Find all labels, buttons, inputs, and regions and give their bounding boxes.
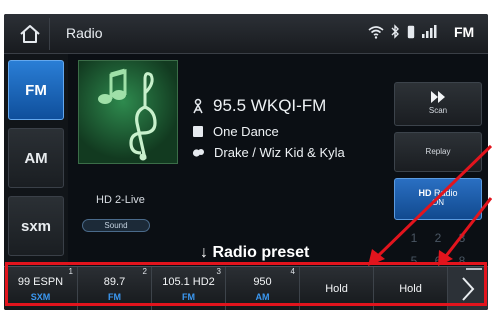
grid-number: 2	[434, 230, 442, 245]
preset-number: 4	[290, 267, 295, 276]
artist-name: Drake / Wiz Kid & Kyla	[214, 145, 345, 160]
next-presets-button[interactable]	[448, 267, 488, 310]
artist-icon	[192, 148, 204, 157]
preset-button-3[interactable]: 3 105.1 HD2 FM	[152, 267, 226, 310]
preset-bar: 1 99 ESPN SXM 2 89.7 FM 3 105.1 HD2 FM 4…	[4, 266, 488, 310]
band-selector: FM AM sxm	[4, 54, 68, 266]
preset-station: 105.1 HD2	[162, 276, 215, 288]
phone-icon	[407, 25, 415, 38]
artist-row: Drake / Wiz Kid & Kyla	[192, 145, 345, 160]
antenna-icon	[193, 98, 203, 114]
hd-logo-icon: HD	[418, 188, 432, 198]
radio-screen: Radio FM FM AM sxm HD 2-Live Sound 95.5 …	[4, 14, 488, 310]
preset-station: 99 ESPN	[17, 276, 64, 288]
status-bar: Radio FM	[4, 14, 488, 54]
hd-radio-text: Radio	[434, 188, 458, 198]
preset-band: SXM	[30, 292, 51, 302]
song-row: One Dance	[192, 124, 279, 139]
album-art	[78, 60, 178, 164]
sound-button[interactable]: Sound	[82, 219, 150, 232]
fast-forward-icon	[431, 91, 445, 103]
band-button-fm[interactable]: FM	[8, 60, 64, 120]
grid-number: 3	[458, 230, 466, 245]
music-note-icon	[98, 68, 157, 161]
preset-station: 89.7	[103, 276, 126, 288]
chevron-right-icon	[462, 276, 475, 301]
preset-station: 950	[253, 276, 272, 288]
station-row: 95.5 WKQI-FM	[192, 96, 326, 116]
page-indicator	[466, 268, 482, 270]
band-button-sxm[interactable]: sxm	[8, 196, 64, 256]
hd-channel-label: HD 2-Live	[96, 194, 145, 206]
preset-button-5[interactable]: Hold	[300, 267, 374, 310]
band-button-am[interactable]: AM	[8, 128, 64, 188]
preset-number: 3	[216, 267, 221, 276]
hd-radio-button[interactable]: HD Radio ON	[394, 178, 482, 220]
status-icons	[368, 24, 438, 39]
hd-radio-label: HD Radio	[418, 188, 457, 198]
bluetooth-icon	[391, 24, 399, 39]
wifi-icon	[368, 25, 384, 39]
grid-number: 1	[410, 230, 418, 245]
album-icon	[193, 126, 203, 137]
preset-button-4[interactable]: 4 950 AM	[226, 267, 300, 310]
preset-button-2[interactable]: 2 89.7 FM	[78, 267, 152, 310]
radio-preset-caption: ↓ Radio preset	[200, 244, 310, 261]
replay-button[interactable]: Replay	[394, 132, 482, 172]
app-title: Radio	[66, 25, 103, 41]
preset-hold-label: Hold	[399, 283, 422, 295]
hd-radio-status: ON	[432, 198, 444, 207]
preset-band: FM	[182, 292, 195, 302]
preset-band: AM	[255, 292, 270, 302]
band-indicator: FM	[454, 24, 475, 40]
scan-button[interactable]: Scan	[394, 82, 482, 126]
scan-label: Scan	[428, 106, 448, 115]
preset-hold-label: Hold	[325, 283, 348, 295]
signal-icon	[422, 25, 437, 38]
preset-number: 1	[68, 267, 73, 276]
preset-button-6[interactable]: Hold	[374, 267, 448, 310]
home-button[interactable]	[10, 18, 50, 50]
station-name: 95.5 WKQI-FM	[213, 96, 327, 115]
preset-number: 2	[142, 267, 147, 276]
preset-band: FM	[108, 292, 121, 302]
home-icon	[19, 25, 40, 43]
preset-button-1[interactable]: 1 99 ESPN SXM	[4, 267, 78, 310]
song-title: One Dance	[213, 124, 279, 139]
